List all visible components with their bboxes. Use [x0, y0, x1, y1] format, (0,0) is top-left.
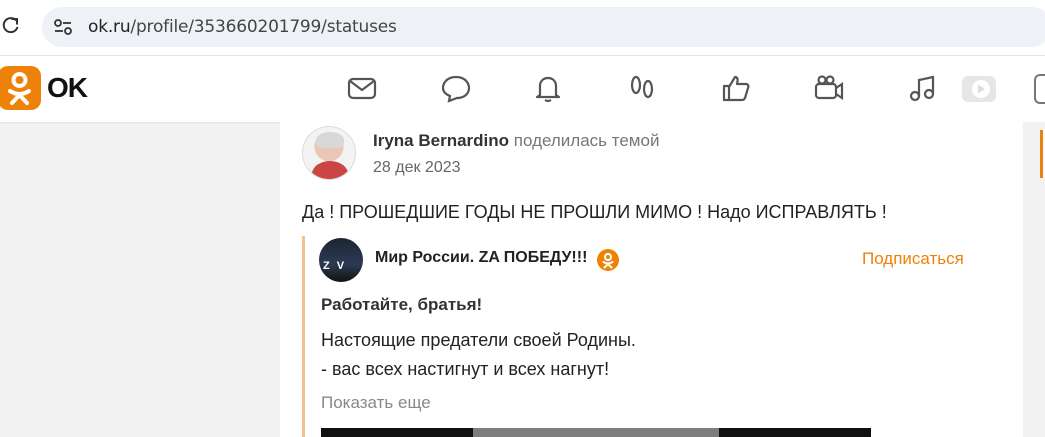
author-name[interactable]: Iryna Bernardino: [373, 131, 509, 150]
like-icon[interactable]: [720, 72, 752, 104]
post-date[interactable]: 28 дек 2023: [373, 159, 461, 177]
avatar-body: [312, 161, 348, 179]
topic-text-line: - вас всех настигнут и всех нагнут!: [321, 359, 610, 379]
feed-post: Iryna Bernardino поделилась темой 28 дек…: [280, 122, 1023, 437]
ok-logo-text[interactable]: OK: [47, 72, 88, 104]
author-action: поделилась темой: [513, 131, 660, 150]
right-sidebar-card: [1040, 130, 1045, 178]
group-avatar[interactable]: Z V: [319, 238, 363, 282]
avatar[interactable]: [302, 126, 356, 180]
video-camera-icon[interactable]: [813, 72, 845, 104]
subscribe-button[interactable]: Подписаться: [862, 249, 964, 269]
more-icon[interactable]: [1034, 74, 1045, 104]
music-icon[interactable]: [906, 72, 938, 104]
ok-toolbar: OK: [0, 56, 1045, 122]
browser-address-bar: ok.ru/profile/353660201799/statuses: [0, 0, 1045, 56]
url-bar[interactable]: ok.ru/profile/353660201799/statuses: [42, 7, 1045, 47]
topic-text-line: Настоящие предатели своей Родины.: [321, 330, 636, 350]
topic-title: Работайте, братья!: [321, 295, 483, 314]
video-preview[interactable]: [321, 428, 871, 437]
play-icon[interactable]: [962, 76, 996, 102]
post-text: Да ! ПРОШЕДШИЕ ГОДЫ НЕ ПРОШЛИ МИМО ! Над…: [302, 202, 887, 222]
reload-icon[interactable]: [0, 15, 22, 37]
video-thumbnail: [473, 428, 719, 437]
group-name[interactable]: Мир России. ZA ПОБЕДУ!!!: [375, 249, 587, 267]
ok-logo-icon[interactable]: [0, 66, 41, 110]
bell-icon[interactable]: [532, 72, 564, 104]
ok-badge-icon: [597, 249, 619, 271]
shared-topic[interactable]: Z V Мир России. ZA ПОБЕДУ!!! Подписаться…: [302, 236, 1005, 437]
show-more-link[interactable]: Показать еще: [321, 393, 431, 413]
tune-icon[interactable]: [52, 16, 74, 38]
footprints-icon[interactable]: [626, 72, 658, 104]
url-path: /profile/353660201799/statuses: [130, 17, 397, 37]
url-text[interactable]: ok.ru/profile/353660201799/statuses: [88, 17, 397, 37]
chat-icon[interactable]: [440, 72, 472, 104]
mail-icon[interactable]: [346, 72, 378, 104]
avatar-hair: [316, 132, 344, 148]
url-host: ok.ru: [88, 17, 131, 37]
author-line: Iryna Bernardino поделилась темой: [373, 131, 659, 151]
group-avatar-glyph: Z V: [323, 260, 347, 272]
